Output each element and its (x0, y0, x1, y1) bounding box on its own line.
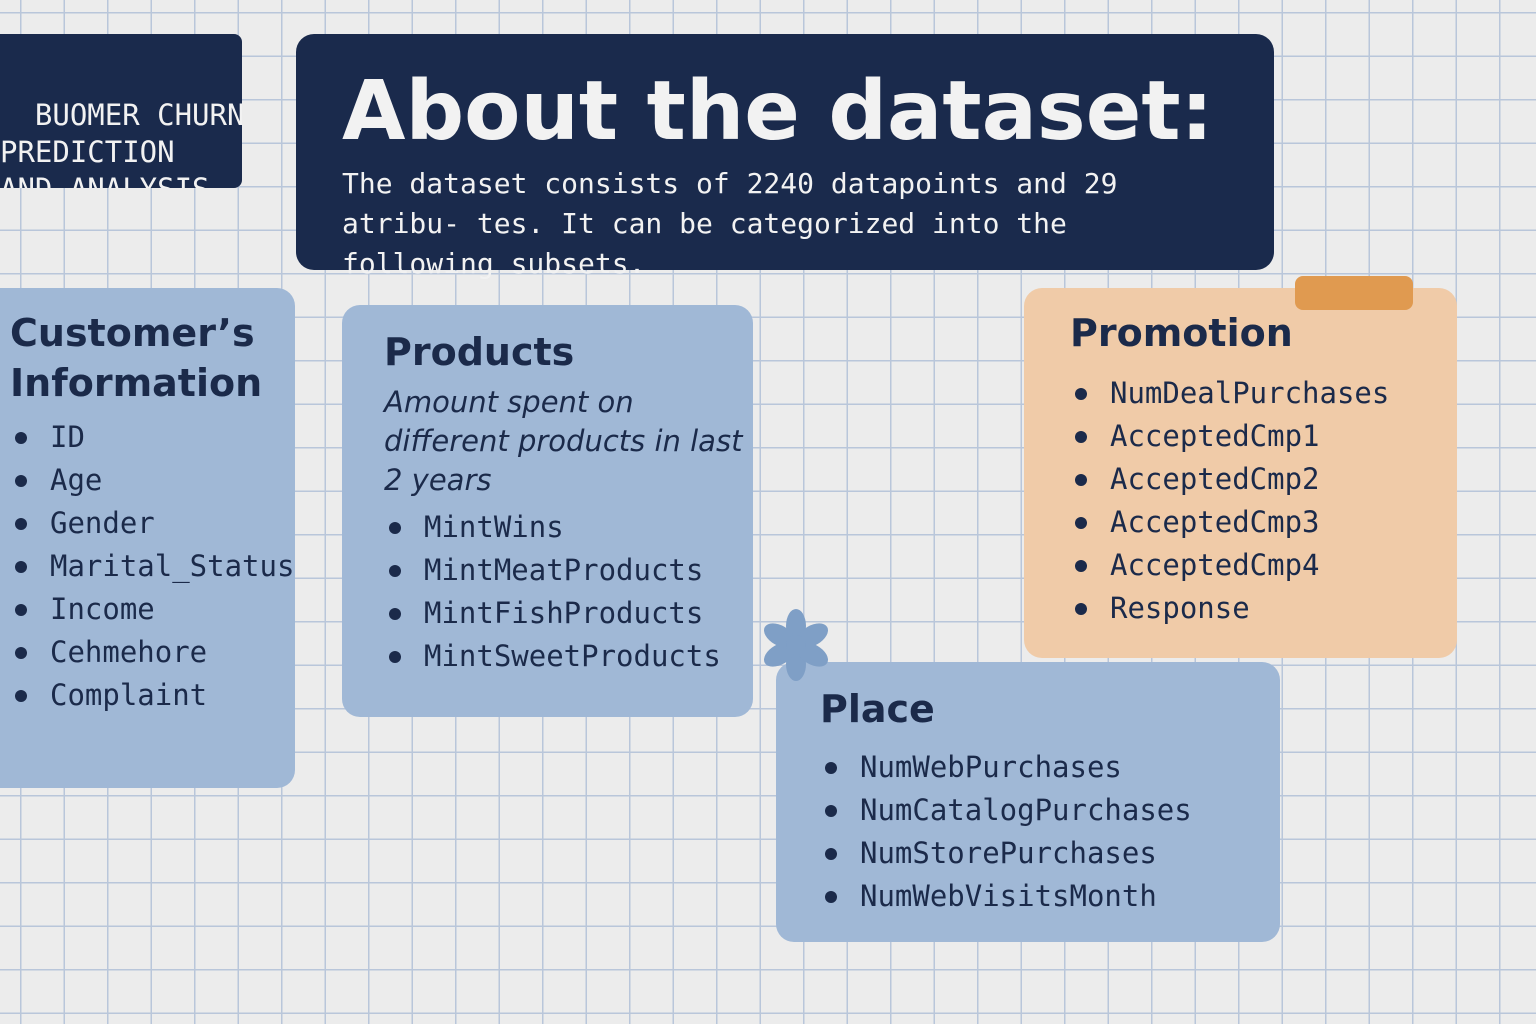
list-item: AcceptedCmp4 (1070, 544, 1457, 587)
bullet-icon (15, 518, 27, 530)
list-item: MintSweetProducts (384, 635, 753, 678)
list-item: Cehmehore (10, 631, 295, 674)
list-item: NumCatalogPurchases (820, 789, 1280, 832)
bullet-icon (825, 848, 837, 860)
list-item: Income (10, 588, 295, 631)
list-item: MintMeatProducts (384, 549, 753, 592)
bullet-icon (825, 805, 837, 817)
list-item-label: AcceptedCmp1 (1110, 419, 1320, 453)
list-item: Response (1070, 587, 1457, 630)
list-item-label: MintWins (424, 510, 564, 544)
list-item-label: NumWebVisitsMonth (860, 879, 1157, 913)
products-list: MintWins MintMeatProducts MintFishProduc… (384, 506, 753, 678)
bullet-icon (15, 561, 27, 573)
bullet-icon (1075, 560, 1087, 572)
bullet-icon (15, 690, 27, 702)
list-item: MintWins (384, 506, 753, 549)
list-item-label: Age (50, 463, 103, 497)
products-card: Products Amount spent on different produ… (342, 305, 753, 717)
bullet-icon (1075, 603, 1087, 615)
list-item: Marital_Status (10, 545, 295, 588)
list-item: Gender (10, 502, 295, 545)
bullet-icon (1075, 431, 1087, 443)
list-item-label: AcceptedCmp3 (1110, 505, 1320, 539)
customer-info-card: Customer’s Information ID Age Gender Mar… (0, 288, 295, 788)
list-item: Age (10, 459, 295, 502)
list-item: AcceptedCmp1 (1070, 415, 1457, 458)
bullet-icon (825, 891, 837, 903)
list-item-label: Complaint (50, 678, 208, 712)
list-item: NumWebVisitsMonth (820, 875, 1280, 918)
bullet-icon (15, 647, 27, 659)
bullet-icon (389, 608, 401, 620)
list-item-label: MintMeatProducts (424, 553, 704, 587)
bullet-icon (15, 432, 27, 444)
list-item: AcceptedCmp2 (1070, 458, 1457, 501)
list-item-label: Gender (50, 506, 155, 540)
list-item-label: NumCatalogPurchases (860, 793, 1192, 827)
list-item-label: NumDealPurchases (1110, 376, 1390, 410)
title-card-text: BUOMER CHURN PREDICTION AND ANALYSIS (0, 98, 242, 188)
list-item: AcceptedCmp3 (1070, 501, 1457, 544)
place-title: Place (820, 687, 935, 731)
list-item: NumWebPurchases (820, 746, 1280, 789)
list-item-label: Response (1110, 591, 1250, 625)
bullet-icon (825, 762, 837, 774)
products-title: Products (384, 330, 575, 374)
list-item: MintFishProducts (384, 592, 753, 635)
asterisk-icon (763, 609, 829, 681)
place-card: Place NumWebPurchases NumCatalogPurchase… (776, 662, 1280, 942)
list-item-label: NumStorePurchases (860, 836, 1157, 870)
list-item-label: AcceptedCmp2 (1110, 462, 1320, 496)
bullet-icon (15, 604, 27, 616)
list-item-label: Income (50, 592, 155, 626)
list-item-label: MintSweetProducts (424, 639, 721, 673)
bullet-icon (389, 522, 401, 534)
list-item-label: ID (50, 420, 85, 454)
place-list: NumWebPurchases NumCatalogPurchases NumS… (820, 746, 1280, 918)
list-item: ID (10, 416, 295, 459)
list-item: Complaint (10, 674, 295, 717)
list-item: NumDealPurchases (1070, 372, 1457, 415)
promotion-tab-decoration (1295, 276, 1413, 310)
about-description: The dataset consists of 2240 datapoints … (342, 167, 1118, 280)
bullet-icon (15, 475, 27, 487)
promotion-card: Promotion NumDealPurchases AcceptedCmp1 … (1024, 288, 1457, 658)
bullet-icon (389, 651, 401, 663)
promotion-title: Promotion (1070, 311, 1293, 355)
title-card: BUOMER CHURN PREDICTION AND ANALYSIS (0, 34, 242, 188)
customer-info-list: ID Age Gender Marital_Status Income Cehm… (10, 416, 295, 717)
bullet-icon (1075, 474, 1087, 486)
bullet-icon (389, 565, 401, 577)
list-item-label: Cehmehore (50, 635, 208, 669)
products-description: Amount spent on different products in la… (384, 385, 743, 497)
about-title: About the dataset: (342, 64, 1214, 159)
list-item-label: Marital_Status (50, 549, 295, 583)
list-item-label: MintFishProducts (424, 596, 704, 630)
list-item-label: NumWebPurchases (860, 750, 1122, 784)
bullet-icon (1075, 517, 1087, 529)
about-card: About the dataset: The dataset consists … (296, 34, 1274, 280)
bullet-icon (1075, 388, 1087, 400)
promotion-list: NumDealPurchases AcceptedCmp1 AcceptedCm… (1070, 372, 1457, 630)
list-item: NumStorePurchases (820, 832, 1280, 875)
list-item-label: AcceptedCmp4 (1110, 548, 1320, 582)
customer-info-title: Customer’s Information (10, 311, 263, 405)
